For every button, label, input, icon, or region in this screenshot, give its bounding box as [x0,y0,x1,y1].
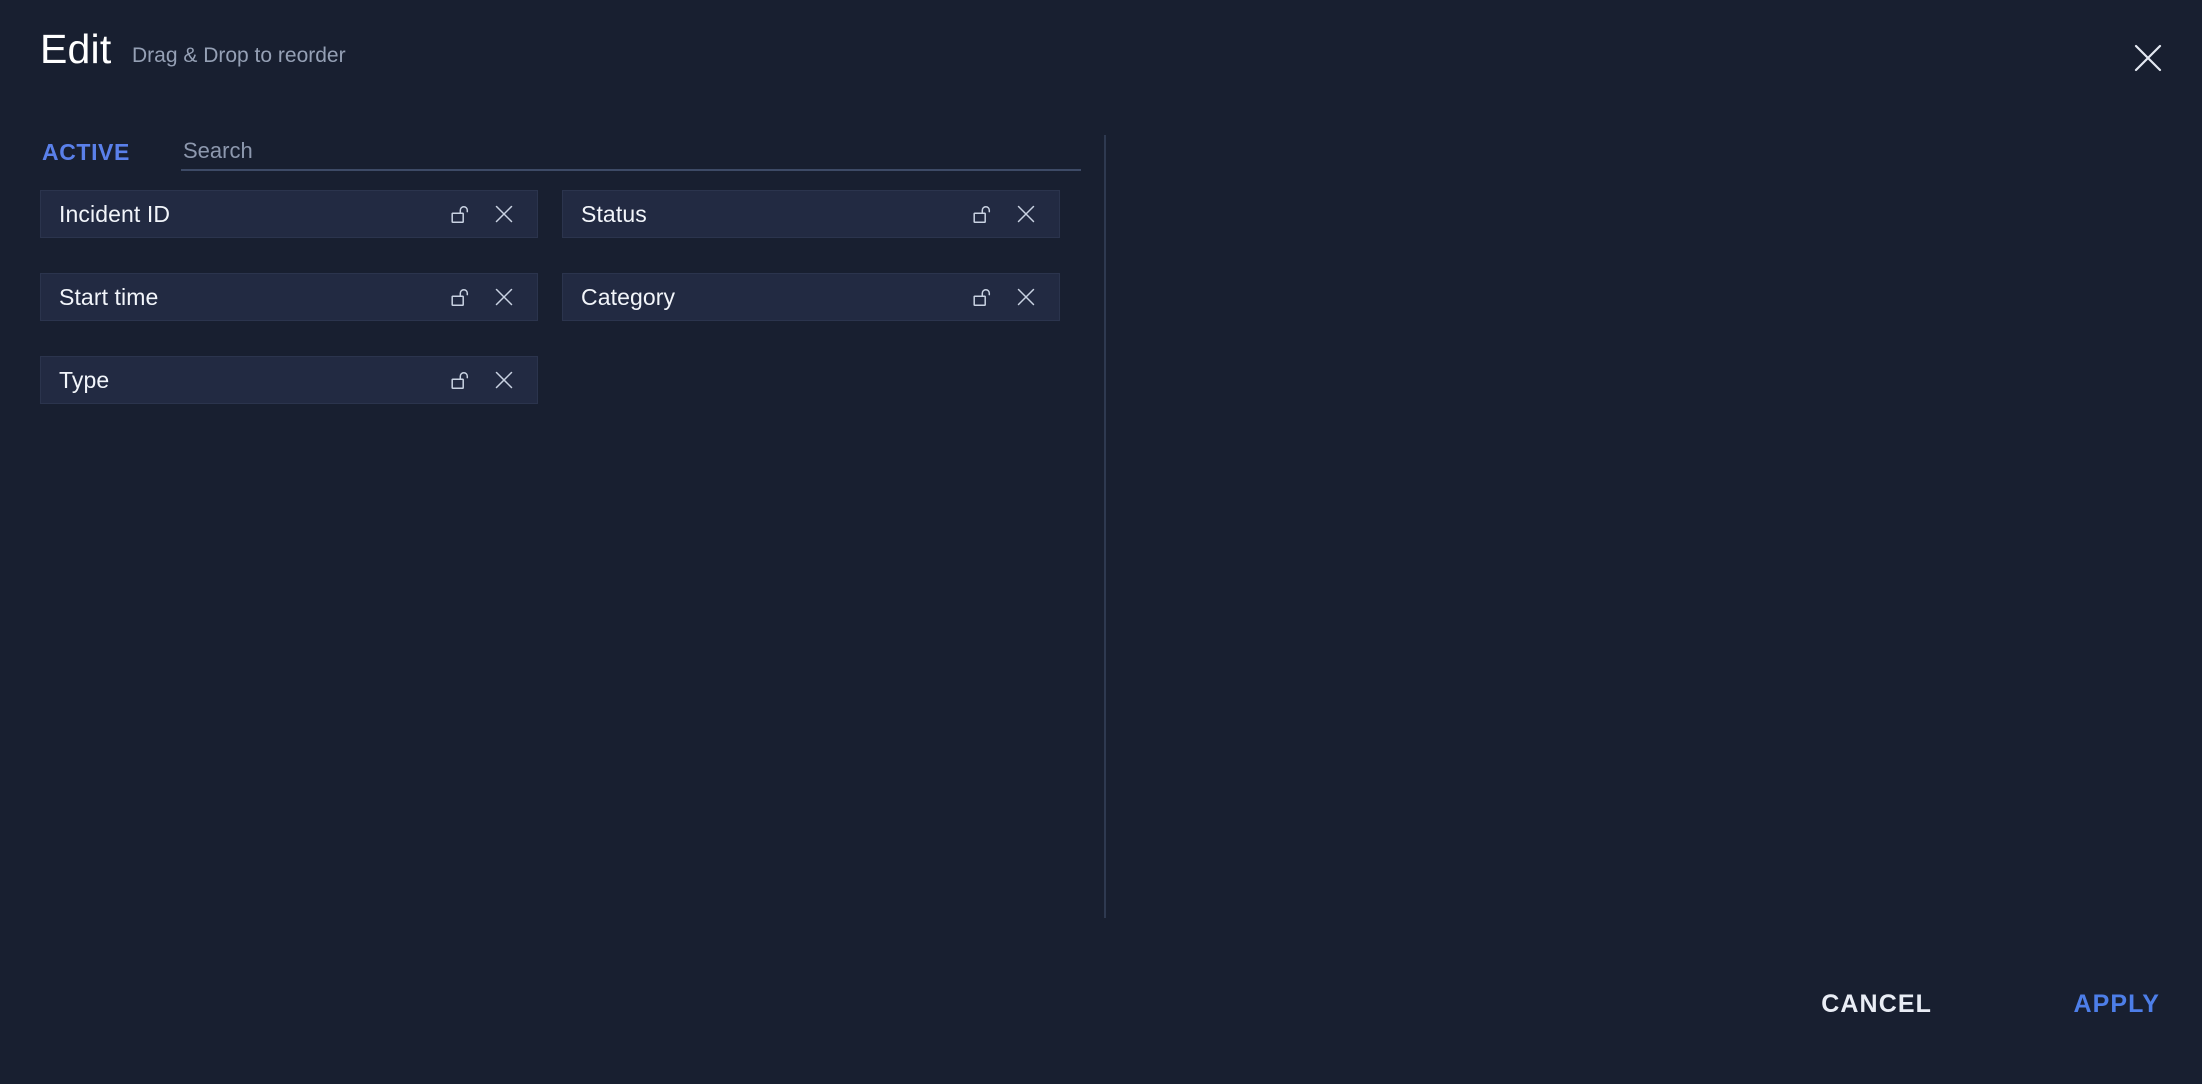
active-panel-label: ACTIVE [42,139,130,165]
page-title: Edit [40,26,112,72]
dialog-header: Edit Drag & Drop to reorder [0,0,2202,110]
active-chip[interactable]: Status [562,190,1060,238]
active-chip-label: Type [59,367,110,393]
active-chip-actions [448,284,517,310]
unlock-icon[interactable] [970,284,996,310]
close-icon[interactable] [491,367,517,393]
unlock-icon[interactable] [970,201,996,227]
active-chip-label: Category [581,284,676,310]
close-icon[interactable] [1013,201,1039,227]
close-icon[interactable] [2122,32,2174,84]
active-panel-header: ACTIVE [42,137,130,181]
panel-divider [1104,135,1106,918]
active-search-wrapper [181,137,1081,177]
apply-button[interactable]: APPLY [2061,979,2172,1029]
close-icon[interactable] [491,201,517,227]
active-chip[interactable]: Start time [40,273,538,321]
header-subtitle: Drag & Drop to reorder [132,44,346,67]
unlock-icon[interactable] [448,201,474,227]
dialog-footer: CANCEL APPLY [0,964,2202,1084]
active-chip[interactable]: Incident ID [40,190,538,238]
active-chip-actions [448,201,517,227]
active-chip[interactable]: Type [40,356,538,404]
active-chip-actions [970,284,1039,310]
active-chip-label: Status [581,201,647,227]
cancel-button[interactable]: CANCEL [1809,979,1944,1029]
active-chip-actions [448,367,517,393]
unlock-icon[interactable] [448,284,474,310]
unlock-icon[interactable] [448,367,474,393]
active-chip-label: Start time [59,284,159,310]
close-icon[interactable] [1013,284,1039,310]
active-search-input[interactable] [181,137,1081,171]
active-chip[interactable]: Category [562,273,1060,321]
close-icon[interactable] [491,284,517,310]
active-chip-label: Incident ID [59,201,171,227]
active-chip-grid: Incident ID Start time Type Status Category [40,190,1060,404]
active-chip-actions [970,201,1039,227]
